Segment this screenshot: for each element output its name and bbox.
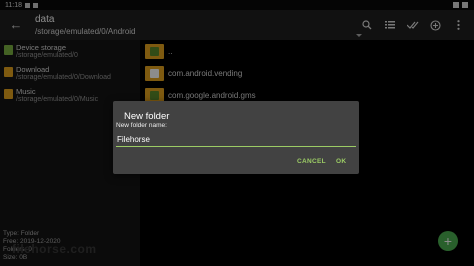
- folder-name-label: New folder name:: [116, 122, 167, 129]
- ok-button[interactable]: OK: [336, 158, 346, 165]
- cancel-button[interactable]: CANCEL: [297, 158, 326, 165]
- folder-name-input[interactable]: [116, 133, 356, 147]
- new-folder-dialog: New folder New folder name: CANCEL OK: [113, 101, 359, 174]
- dialog-title: New folder: [124, 111, 170, 122]
